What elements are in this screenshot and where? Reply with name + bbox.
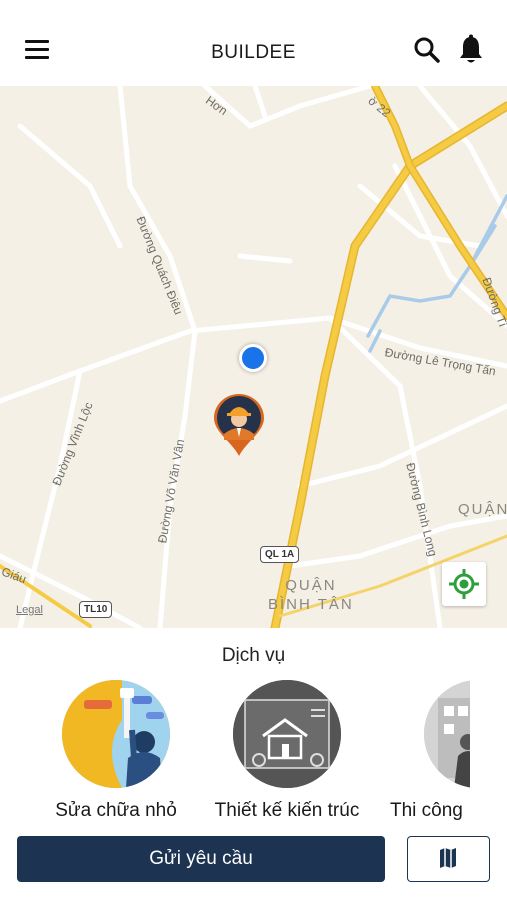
map-view-button[interactable] — [407, 836, 490, 882]
legal-link[interactable]: Legal — [16, 604, 43, 616]
current-location-dot — [239, 344, 267, 372]
services-carousel[interactable]: Sửa chữa nhỏ Thiết kế kiến trúc Thi công — [0, 670, 470, 830]
route-shield: QL 1A — [260, 546, 300, 563]
service-label: Thiết kế kiến trúc — [214, 800, 360, 821]
submit-request-button[interactable]: Gửi yêu cầu — [17, 836, 385, 882]
bell-icon[interactable] — [456, 34, 486, 66]
service-label: Thi công — [390, 800, 463, 821]
service-small-repair[interactable]: Sửa chữa nhỏ — [46, 680, 186, 822]
map-view[interactable]: Hơn ờ 22 Đường Quách Điêu Đường Lê Trọng… — [0, 86, 507, 628]
search-icon[interactable] — [412, 35, 442, 65]
construction-icon — [424, 680, 470, 788]
map-icon — [440, 848, 456, 868]
district-label: QUẬN BÌNH TÂN — [268, 576, 354, 614]
locate-me-icon[interactable] — [442, 562, 486, 606]
blueprint-house-icon — [233, 680, 341, 788]
district-label: QUẬN — [458, 501, 507, 518]
service-construction[interactable]: Thi công — [386, 680, 470, 822]
service-architecture-design[interactable]: Thiết kế kiến trúc — [200, 680, 374, 822]
services-title: Dịch vụ — [221, 645, 286, 666]
district-line-2: BÌNH TÂN — [268, 596, 354, 613]
service-label: Sửa chữa nhỏ — [55, 800, 177, 821]
worker-pin-icon[interactable] — [212, 392, 266, 458]
painter-icon — [62, 680, 170, 788]
district-line-1: QUẬN — [285, 577, 337, 594]
top-app-bar: BUILDEE — [0, 0, 507, 86]
route-shield: TL10 — [79, 601, 113, 618]
